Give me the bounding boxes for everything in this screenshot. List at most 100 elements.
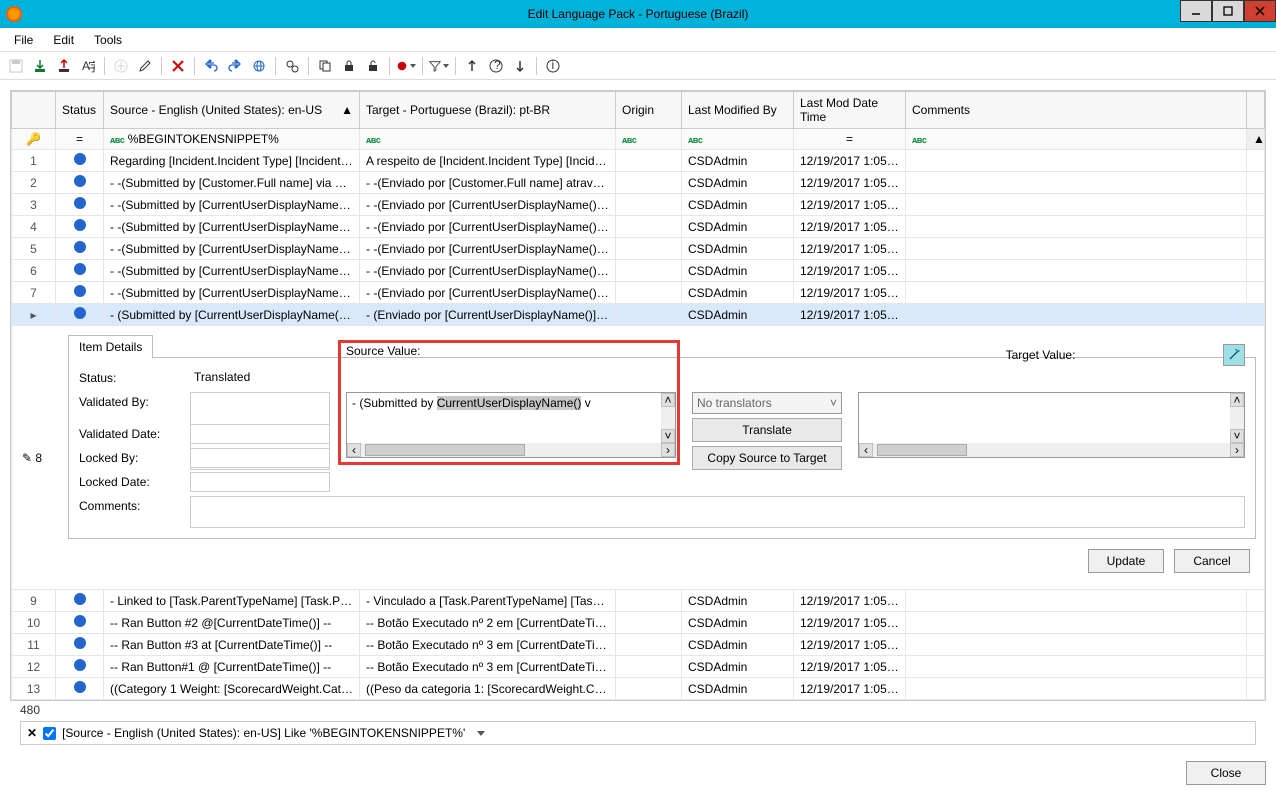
help-icon[interactable]: ? <box>486 56 506 76</box>
col-comments[interactable]: Comments <box>906 92 1247 129</box>
filter-icon[interactable] <box>429 56 449 76</box>
info-icon[interactable]: i <box>543 56 563 76</box>
table-row[interactable]: 11-- Ran Button #3 at [CurrentDateTime()… <box>12 634 1265 656</box>
update-button[interactable]: Update <box>1088 549 1164 573</box>
up-arrow-icon[interactable] <box>462 56 482 76</box>
save-icon <box>6 56 26 76</box>
col-status[interactable]: Status <box>56 92 104 129</box>
target-value-label: Target Value: <box>858 348 1223 362</box>
table-row[interactable]: 6- -(Submitted by [CurrentUserDisplayNam… <box>12 260 1265 282</box>
close-button[interactable] <box>1244 0 1276 22</box>
col-source[interactable]: Source - English (United States): en-US▲ <box>104 92 360 129</box>
validated-date-field[interactable] <box>190 424 330 444</box>
table-row[interactable]: 5- -(Submitted by [CurrentUserDisplayNam… <box>12 238 1265 260</box>
lock-icon[interactable] <box>339 56 359 76</box>
magic-wand-button[interactable] <box>1223 344 1245 366</box>
source-value-group: Source Value: <box>346 368 676 388</box>
delete-icon[interactable] <box>168 56 188 76</box>
scroll-down-icon[interactable]: ˅ <box>1230 429 1244 443</box>
table-row[interactable]: 1Regarding [Incident.Incident Type] [Inc… <box>12 150 1265 172</box>
scroll-thumb[interactable] <box>877 444 967 456</box>
scroll-up-icon[interactable]: ˄ <box>661 393 675 407</box>
comments-label: Comments: <box>79 496 174 528</box>
menu-file[interactable]: File <box>6 30 41 50</box>
source-value-label: Source Value: <box>346 344 676 358</box>
app-icon <box>6 6 22 22</box>
table-row[interactable]: 12-- Ran Button#1 @ [CurrentDateTime()] … <box>12 656 1265 678</box>
source-vscroll[interactable]: ˄ ˅ <box>661 393 675 443</box>
table-row[interactable]: 13((Category 1 Weight: [ScorecardWeight.… <box>12 678 1265 700</box>
svg-text:字: 字 <box>88 59 95 73</box>
filter-row[interactable]: 🔑 = ᴀʙᴄ %BEGINTOKENSNIPPET% ᴀʙᴄ ᴀʙᴄ ᴀʙᴄ … <box>12 129 1265 150</box>
cancel-button[interactable]: Cancel <box>1174 549 1250 573</box>
row-edit-indicator: ✎ 8 <box>22 451 42 465</box>
col-origin[interactable]: Origin <box>616 92 682 129</box>
locked-by-label: Locked By: <box>79 448 174 468</box>
selected-row[interactable]: ▸ - (Submitted by [CurrentUserDisplayNam… <box>12 304 1265 326</box>
source-value-textbox[interactable]: - (Submitted by CurrentUserDisplayName()… <box>346 392 676 458</box>
target-vscroll[interactable]: ˄ ˅ <box>1230 393 1244 443</box>
filter-enabled-checkbox[interactable] <box>43 727 56 740</box>
translation-grid[interactable]: Status Source - English (United States):… <box>11 91 1265 700</box>
comments-textbox[interactable] <box>190 496 1245 528</box>
locked-date-field[interactable] <box>190 472 330 492</box>
translate-web-icon[interactable] <box>249 56 269 76</box>
validated-date-label: Validated Date: <box>79 424 174 444</box>
status-dot-icon <box>74 637 86 649</box>
table-row[interactable]: 3- -(Submitted by [CurrentUserDisplayNam… <box>12 194 1265 216</box>
scroll-right-icon[interactable]: › <box>661 443 675 457</box>
scroll-left-icon[interactable]: ‹ <box>859 443 873 457</box>
search-icon[interactable] <box>282 56 302 76</box>
status-dot-icon <box>74 175 86 187</box>
copy-source-button[interactable]: Copy Source to Target <box>692 446 842 470</box>
target-hscroll[interactable]: ‹ › <box>859 443 1244 457</box>
scroll-right-icon[interactable]: › <box>1230 443 1244 457</box>
copy-icon[interactable] <box>315 56 335 76</box>
export-icon[interactable] <box>54 56 74 76</box>
col-target[interactable]: Target - Portuguese (Brazil): pt-BR <box>360 92 616 129</box>
table-row[interactable]: 10-- Ran Button #2 @[CurrentDateTime()] … <box>12 612 1265 634</box>
font-icon[interactable]: A字 <box>78 56 98 76</box>
unlock-icon[interactable] <box>363 56 383 76</box>
scroll-down-icon[interactable]: ˅ <box>661 429 675 443</box>
undo-icon[interactable] <box>201 56 221 76</box>
minimize-button[interactable] <box>1180 0 1212 22</box>
col-lastmodby[interactable]: Last Modified By <box>682 92 794 129</box>
status-dot-icon <box>74 659 86 671</box>
redo-icon[interactable] <box>225 56 245 76</box>
filter-dropdown-icon[interactable] <box>471 726 485 740</box>
status-dot-icon <box>74 681 86 693</box>
close-dialog-button[interactable]: Close <box>1186 761 1266 785</box>
record-icon[interactable] <box>396 56 416 76</box>
target-value-textbox[interactable]: ˄ ˅ ‹ › <box>858 392 1245 458</box>
col-lastmoddate[interactable]: Last Mod Date Time <box>794 92 906 129</box>
edit-icon[interactable] <box>135 56 155 76</box>
scroll-up-icon[interactable]: ˄ <box>1230 393 1244 407</box>
source-hscroll[interactable]: ‹ › <box>347 443 675 457</box>
maximize-button[interactable] <box>1212 0 1244 22</box>
table-row[interactable]: 9- Linked to [Task.ParentTypeName] [Task… <box>12 590 1265 612</box>
menu-tools[interactable]: Tools <box>86 30 130 50</box>
table-row[interactable]: 4- -(Submitted by [CurrentUserDisplayNam… <box>12 216 1265 238</box>
down-arrow-icon[interactable] <box>510 56 530 76</box>
translate-button[interactable]: Translate <box>692 418 842 442</box>
tab-item-details[interactable]: Item Details <box>68 335 153 358</box>
status-dot-icon <box>74 307 86 319</box>
add-icon <box>111 56 131 76</box>
toolbar: A字 ? i <box>0 52 1276 80</box>
header-row: Status Source - English (United States):… <box>12 92 1265 129</box>
table-row[interactable]: 2- -(Submitted by [Customer.Full name] v… <box>12 172 1265 194</box>
locked-by-field[interactable] <box>190 448 330 468</box>
scroll-thumb[interactable] <box>365 444 525 456</box>
menu-edit[interactable]: Edit <box>45 30 82 50</box>
clear-filter-icon[interactable]: ✕ <box>27 726 37 740</box>
import-icon[interactable] <box>30 56 50 76</box>
window-controls <box>1180 0 1276 22</box>
status-dot-icon <box>74 263 86 275</box>
status-dot-icon <box>74 153 86 165</box>
scroll-left-icon[interactable]: ‹ <box>347 443 361 457</box>
cell-target: - (Enviado por [CurrentUserDisplayName()… <box>360 304 616 326</box>
filter-text: [Source - English (United States): en-US… <box>62 726 465 740</box>
translator-select[interactable]: No translators˅ <box>692 392 842 414</box>
table-row[interactable]: 7- -(Submitted by [CurrentUserDisplayNam… <box>12 282 1265 304</box>
